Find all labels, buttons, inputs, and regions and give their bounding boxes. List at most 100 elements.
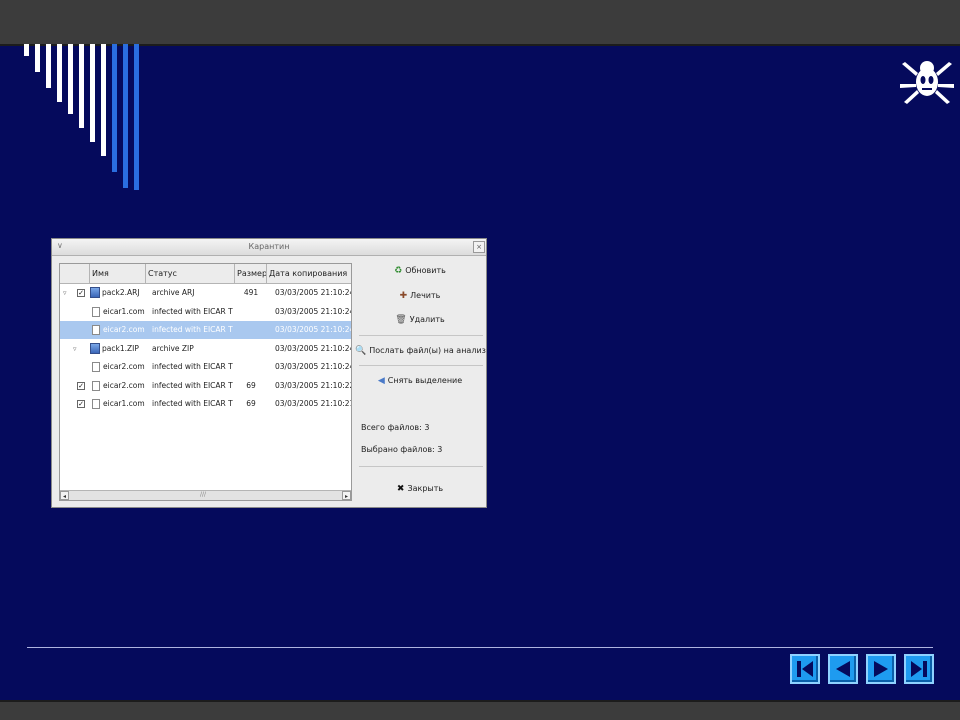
arrow-right-icon <box>874 661 888 677</box>
column-header-size[interactable]: Размер <box>235 264 267 283</box>
file-status: infected with EICAR T <box>152 380 233 390</box>
skip-back-icon <box>797 661 813 677</box>
file-date: 03/03/2005 21:10:21 <box>275 399 351 408</box>
row-checkbox[interactable]: ✓ <box>77 400 85 408</box>
decorative-stripe <box>24 44 29 56</box>
file-status: archive ZIP <box>152 343 194 353</box>
file-name: eicar1.com <box>103 306 145 316</box>
scroll-left-icon[interactable]: ◂ <box>60 491 69 500</box>
file-icon <box>92 325 100 335</box>
file-date: 03/03/2005 21:10:24 <box>275 343 351 353</box>
send-label: Послать файл(ы) на анализ <box>369 346 486 355</box>
column-header-name[interactable]: Имя <box>90 264 146 283</box>
file-date: 03/03/2005 21:10:24 <box>275 306 351 316</box>
decorative-stripe <box>112 44 117 172</box>
file-icon <box>92 380 100 391</box>
table-row[interactable]: ✓ eicar2.com infected with EICAR T 69 03/03/… <box>60 377 351 395</box>
refresh-label: Обновить <box>405 266 446 275</box>
first-slide-button[interactable] <box>790 654 820 684</box>
slide: ∨ Карантин × Имя Статус Размер Дата копи… <box>0 0 960 720</box>
panel-divider <box>359 335 483 336</box>
table-row[interactable]: eicar2.com infected with EICAR T 03/03/200… <box>60 321 351 339</box>
table-row[interactable]: ▿ pack1.ZIP archive ZIP 03/03/2005 21:10:24 <box>60 340 351 358</box>
decorative-stripe <box>68 44 73 114</box>
file-date: 03/03/2005 21:10:22 <box>275 380 351 390</box>
archive-icon <box>90 342 100 354</box>
decorative-stripe <box>79 44 84 128</box>
row-checkbox[interactable]: ✓ <box>77 381 85 390</box>
expander-icon[interactable]: ▿ <box>73 340 77 358</box>
panel-divider <box>359 365 483 366</box>
panel-divider <box>359 466 483 467</box>
file-name: eicar2.com <box>103 380 145 390</box>
magnifier-icon: 🔍 <box>355 346 367 356</box>
quarantine-window: ∨ Карантин × Имя Статус Размер Дата копи… <box>51 238 487 508</box>
file-size: 69 <box>246 399 256 408</box>
column-header-select[interactable] <box>60 264 90 283</box>
scroll-right-icon[interactable]: ▸ <box>342 491 351 500</box>
file-size <box>236 303 266 321</box>
decorative-stripe <box>35 44 40 72</box>
actions-panel: ♻ Обновить ✚ Лечить 🗑 Удалить 🔍 Послать файл… <box>355 255 486 507</box>
window-close-icon[interactable]: × <box>473 241 485 253</box>
spider-logo-icon <box>900 61 954 104</box>
decorative-stripe <box>46 44 51 88</box>
scroll-grip-icon: /// <box>200 491 207 498</box>
delete-label: Удалить <box>409 315 445 324</box>
decorative-stripe <box>57 44 62 102</box>
last-slide-button[interactable] <box>904 654 934 684</box>
file-name: eicar2.com <box>103 362 145 371</box>
delete-button[interactable]: 🗑 Удалить <box>355 310 485 330</box>
file-icon <box>92 306 100 317</box>
next-slide-button[interactable] <box>866 654 896 684</box>
file-icon <box>92 399 100 409</box>
file-status: infected with EICAR T <box>152 325 233 334</box>
close-button[interactable]: ✖ Закрыть <box>355 479 485 499</box>
table-row[interactable]: ▿ ✓ pack2.ARJ archive ARJ 491 03/03/2005 21:1… <box>60 284 351 302</box>
footer-divider <box>27 647 933 648</box>
table-row[interactable]: ✓ eicar1.com infected with EICAR T 69 03/03/… <box>60 395 351 413</box>
window-title-bar: ∨ Карантин × <box>52 239 486 256</box>
file-size <box>236 340 266 358</box>
table-row[interactable]: eicar1.com infected with EICAR T 03/03/200… <box>60 303 351 321</box>
total-files-count: Всего файлов: 3 <box>361 423 430 432</box>
file-name: eicar2.com <box>103 325 145 334</box>
skip-forward-icon <box>911 661 927 677</box>
horizontal-scrollbar[interactable]: ◂ /// ▸ <box>60 490 351 500</box>
quarantine-file-tree[interactable]: Имя Статус Размер Дата копирования ▿ ✓ pac… <box>59 263 352 501</box>
arrow-left-icon <box>836 661 850 677</box>
close-label: Закрыть <box>407 484 444 493</box>
cure-button[interactable]: ✚ Лечить <box>355 286 485 306</box>
window-title: Карантин <box>248 242 290 251</box>
tree-header: Имя Статус Размер Дата копирования <box>60 264 351 284</box>
file-date: 03/03/2005 21:10:24 <box>275 325 351 334</box>
file-name: pack2.ARJ <box>102 288 140 297</box>
file-size: 69 <box>246 380 256 390</box>
close-icon: ✖ <box>396 484 405 494</box>
selected-files-count: Выбрано файлов: 3 <box>361 445 443 454</box>
file-status: archive ARJ <box>152 288 195 297</box>
row-checkbox[interactable]: ✓ <box>77 289 85 297</box>
column-header-status[interactable]: Статус <box>146 264 235 283</box>
file-date: 03/03/2005 21:10:24 <box>275 362 351 371</box>
send-for-analysis-button[interactable]: 🔍 Послать файл(ы) на анализ <box>355 341 486 361</box>
refresh-icon: ♻ <box>394 266 403 276</box>
refresh-button[interactable]: ♻ Обновить <box>355 261 485 281</box>
decorative-stripe <box>101 44 106 156</box>
decorative-stripe <box>90 44 95 142</box>
file-size: 491 <box>243 288 259 297</box>
file-status: infected with EICAR T <box>152 399 233 408</box>
column-header-date[interactable]: Дата копирования <box>267 264 351 283</box>
file-size <box>236 321 266 339</box>
expander-icon[interactable]: ▿ <box>63 284 67 302</box>
trash-icon: 🗑 <box>395 315 407 325</box>
deselect-button[interactable]: ◀ Снять выделение <box>355 371 485 391</box>
file-name: eicar1.com <box>103 399 145 408</box>
file-icon <box>92 362 100 372</box>
triangle-left-icon: ◀ <box>377 376 385 386</box>
file-status: infected with EICAR T <box>152 362 233 371</box>
archive-icon <box>90 287 100 298</box>
decorative-stripe <box>123 44 128 188</box>
table-row[interactable]: eicar2.com infected with EICAR T 03/03/200… <box>60 358 351 376</box>
previous-slide-button[interactable] <box>828 654 858 684</box>
